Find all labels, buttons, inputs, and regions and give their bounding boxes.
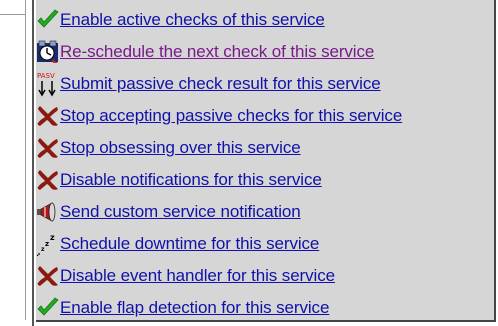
check-icon: [36, 8, 60, 32]
svg-text:z: z: [41, 246, 45, 253]
x-icon: [36, 104, 60, 128]
reschedule-check-link[interactable]: Re-schedule the next check of this servi…: [60, 42, 374, 62]
enable-flap-detection-link[interactable]: Enable flap detection for this service: [60, 298, 329, 318]
disable-event-handler-link[interactable]: Disable event handler for this service: [60, 266, 335, 286]
command-enable-active-checks: Enable active checks of this service: [36, 4, 402, 36]
check-icon: [36, 296, 60, 320]
frame-corner: [0, 0, 26, 15]
command-schedule-downtime: z z z Schedule downtime for this service: [36, 228, 402, 260]
submit-passive-result-link[interactable]: Submit passive check result for this ser…: [60, 74, 381, 94]
schedule-downtime-link[interactable]: Schedule downtime for this service: [60, 234, 319, 254]
send-custom-notification-link[interactable]: Send custom service notification: [60, 202, 301, 222]
commands-box: Enable active checks of this service Re-…: [36, 0, 496, 322]
command-reschedule-check: Re-schedule the next check of this servi…: [36, 36, 402, 68]
disable-notifications-link[interactable]: Disable notifications for this service: [60, 170, 322, 190]
clock-icon: [36, 40, 60, 64]
command-submit-passive-result: PASV Submit passive check result for thi…: [36, 68, 402, 100]
enable-active-checks-link[interactable]: Enable active checks of this service: [60, 10, 325, 30]
x-icon: [36, 168, 60, 192]
stop-obsessing-link[interactable]: Stop obsessing over this service: [60, 138, 301, 158]
x-icon: [36, 136, 60, 160]
megaphone-icon: [36, 200, 60, 224]
left-frame-border: [0, 0, 36, 326]
svg-text:z: z: [50, 233, 55, 242]
pasv-icon-text: PASV: [37, 72, 55, 80]
command-stop-obsessing: Stop obsessing over this service: [36, 132, 402, 164]
stop-accepting-passive-link[interactable]: Stop accepting passive checks for this s…: [60, 106, 402, 126]
command-send-custom-notification: Send custom service notification: [36, 196, 402, 228]
sleep-icon: z z z: [36, 232, 60, 256]
command-enable-flap-detection: Enable flap detection for this service: [36, 292, 402, 324]
svg-text:z: z: [45, 240, 49, 248]
pasv-icon: PASV: [36, 72, 60, 97]
frame-divider-thin: [25, 0, 26, 320]
commands-list: Enable active checks of this service Re-…: [36, 4, 402, 324]
command-disable-notifications: Disable notifications for this service: [36, 164, 402, 196]
x-icon: [36, 264, 60, 288]
command-disable-event-handler: Disable event handler for this service: [36, 260, 402, 292]
command-stop-accepting-passive: Stop accepting passive checks for this s…: [36, 100, 402, 132]
service-commands-panel: Enable active checks of this service Re-…: [0, 0, 498, 326]
frame-divider-thick: [32, 0, 34, 326]
